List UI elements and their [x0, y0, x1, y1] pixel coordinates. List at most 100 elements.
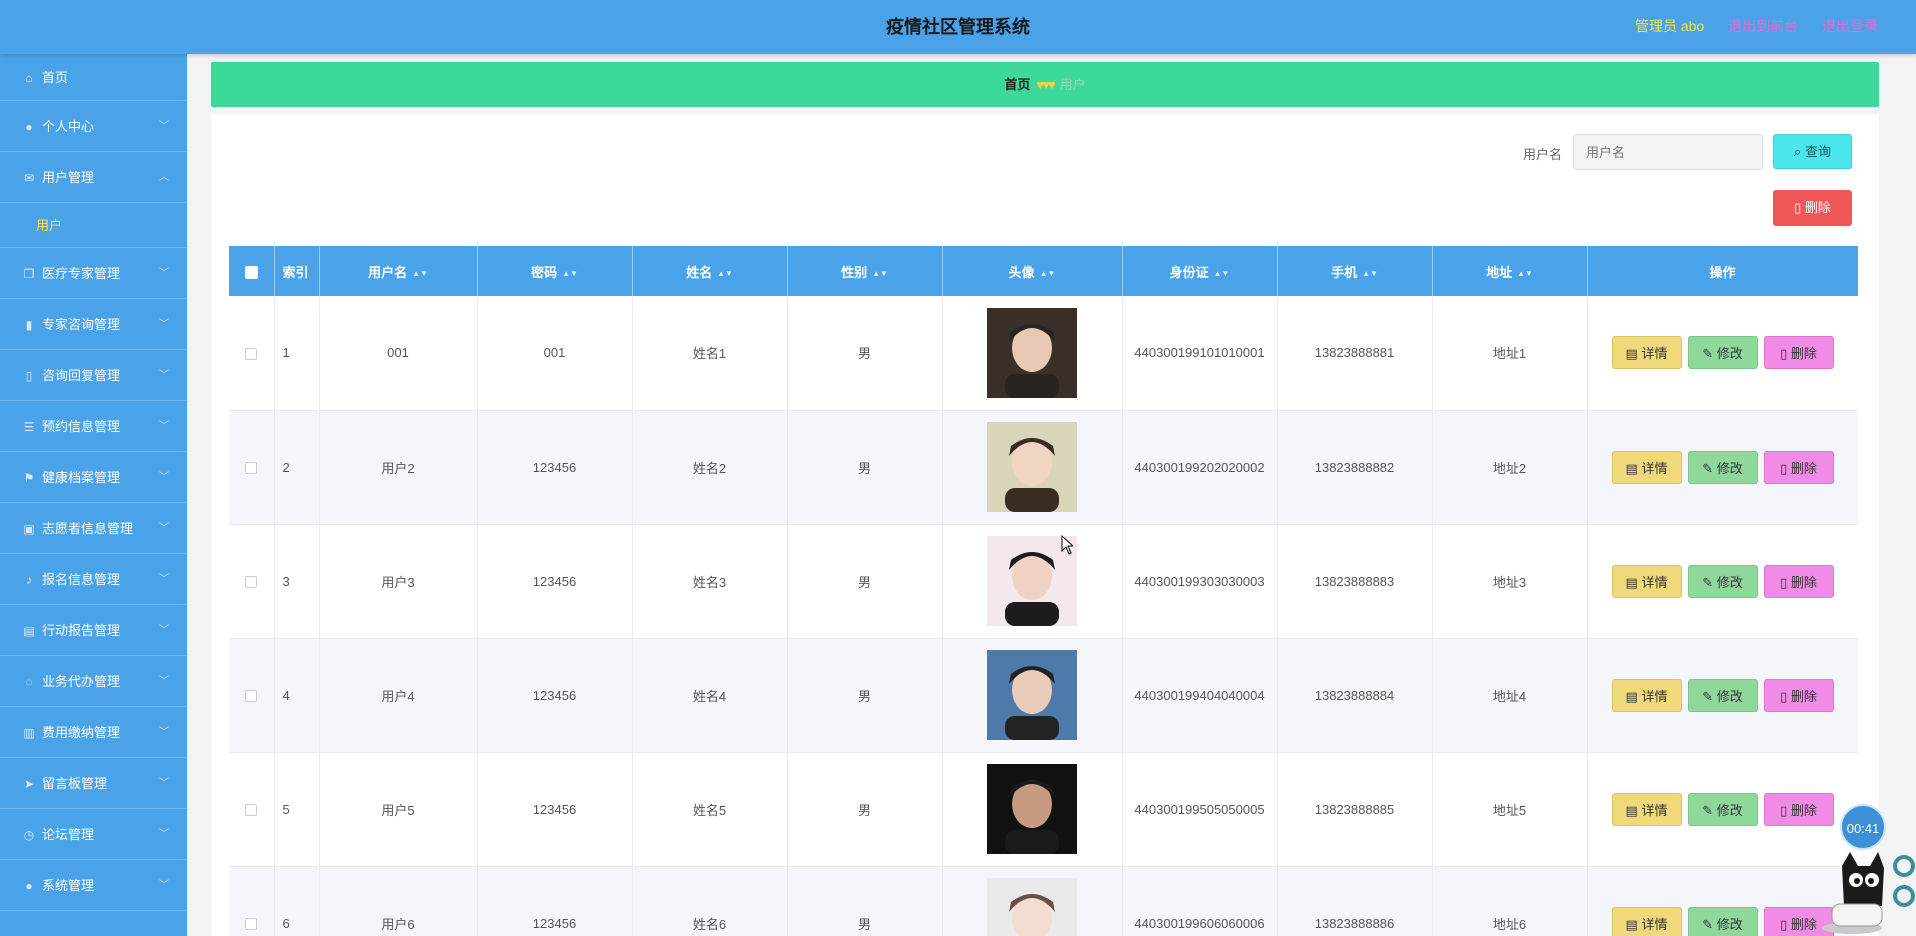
edit-button[interactable]: ✎ 修改	[1687, 906, 1758, 936]
cell-avatar	[942, 296, 1123, 411]
row-checkbox[interactable]	[245, 804, 258, 817]
column-header-label: 密码	[531, 264, 558, 280]
breadcrumb-home[interactable]: 首页	[1004, 77, 1030, 92]
select-all-checkbox[interactable]	[244, 265, 258, 279]
sidebar-item-home[interactable]: ⌂ 首页	[0, 54, 187, 101]
cell-gender: 男	[787, 524, 943, 639]
query-button[interactable]: ⌕ 查询	[1773, 134, 1852, 169]
row-select-cell	[229, 866, 275, 936]
row-checkbox[interactable]	[245, 918, 258, 931]
sidebar-item-expert-consult[interactable]: ▮ 专家咨询管理 ﹀	[0, 299, 187, 350]
column-header-password[interactable]: 密码 ▲▼	[477, 246, 633, 296]
sidebar-item-system[interactable]: ● 系统管理 ﹀	[0, 860, 187, 911]
sidebar-item-fee-payment[interactable]: ▥ 费用缴纳管理 ﹀	[0, 707, 187, 758]
mail-icon: ✉	[23, 171, 35, 185]
cell-username: 用户3	[319, 524, 478, 639]
delete-label: 删除	[1790, 346, 1817, 362]
delete-button[interactable]: ▯ 删除	[1763, 450, 1834, 484]
row-select-cell	[229, 752, 275, 867]
sidebar-item-label: 用户管理	[42, 170, 95, 185]
sidebar-item-volunteers[interactable]: ▣ 志愿者信息管理 ﹀	[0, 503, 187, 554]
chevron-down-icon: ﹀	[159, 268, 169, 279]
sidebar-item-medical-experts[interactable]: ❐ 医疗专家管理 ﹀	[0, 248, 187, 299]
sidebar-item-label: 健康档案管理	[42, 470, 121, 485]
chevron-down-icon: ﹀	[159, 421, 169, 432]
sidebar-item-label: 费用缴纳管理	[42, 725, 121, 740]
trash-icon: ▯	[1780, 916, 1788, 932]
cell-name: 姓名3	[632, 524, 788, 639]
bell-icon: ♪	[26, 573, 32, 587]
avatar[interactable]	[987, 307, 1077, 398]
batch-delete-button[interactable]: ▯ 删除	[1773, 190, 1852, 226]
edit-label: 修改	[1716, 460, 1743, 476]
detail-button[interactable]: ▤ 详情	[1611, 336, 1682, 370]
cell-username: 用户5	[319, 752, 478, 867]
edit-button[interactable]: ✎ 修改	[1687, 564, 1758, 598]
sidebar-item-label: 个人中心	[42, 119, 95, 134]
avatar[interactable]	[987, 764, 1077, 854]
breadcrumb: 首页 ♥♥♥ 用户	[211, 62, 1879, 107]
edit-label: 修改	[1716, 346, 1743, 362]
username-search-input[interactable]	[1573, 134, 1763, 170]
sidebar-item-agency-services[interactable]: ◌ 业务代办管理 ﹀	[0, 656, 187, 707]
user-icon: ●	[25, 120, 33, 134]
detail-button[interactable]: ▤ 详情	[1611, 678, 1682, 712]
column-header-avatar[interactable]: 头像 ▲▼	[942, 246, 1123, 296]
cell-index: 3	[274, 524, 320, 639]
receipt-icon: ▥	[23, 726, 35, 740]
edit-button[interactable]: ✎ 修改	[1687, 678, 1758, 712]
column-header-id-card[interactable]: 身份证 ▲▼	[1122, 246, 1278, 296]
column-header-name[interactable]: 姓名 ▲▼	[632, 246, 788, 296]
row-checkbox[interactable]	[245, 462, 258, 475]
delete-button[interactable]: ▯ 删除	[1763, 678, 1834, 712]
avatar[interactable]	[987, 422, 1077, 512]
column-header-label: 性别	[841, 264, 868, 280]
sidebar-item-label: 医疗专家管理	[42, 266, 121, 281]
row-checkbox[interactable]	[245, 347, 258, 360]
cell-password: 123456	[477, 638, 633, 753]
sidebar-subitem-user[interactable]: 用户	[0, 203, 187, 248]
detail-button[interactable]: ▤ 详情	[1611, 450, 1682, 484]
cell-gender: 男	[787, 752, 943, 867]
sidebar-item-registrations[interactable]: ♪ 报名信息管理 ﹀	[0, 554, 187, 605]
row-checkbox[interactable]	[245, 690, 258, 703]
edit-button[interactable]: ✎ 修改	[1687, 792, 1758, 826]
cell-avatar	[942, 752, 1123, 867]
detail-button[interactable]: ▤ 详情	[1611, 792, 1682, 826]
delete-button[interactable]: ▯ 删除	[1763, 564, 1834, 598]
avatar[interactable]	[987, 878, 1077, 936]
row-checkbox[interactable]	[245, 576, 258, 589]
column-header-username[interactable]: 用户名 ▲▼	[319, 246, 478, 296]
delete-button[interactable]: ▯ 删除	[1763, 336, 1834, 370]
table-row: 3 用户3 123456 姓名3 男 440300199303030003 13823888…	[229, 524, 1858, 639]
edit-button[interactable]: ✎ 修改	[1687, 336, 1758, 370]
sidebar-item-message-board[interactable]: ➤ 留言板管理 ﹀	[0, 758, 187, 809]
column-header-phone[interactable]: 手机 ▲▼	[1277, 246, 1433, 296]
pencil-icon: ✎	[1702, 574, 1714, 590]
detail-button[interactable]: ▤ 详情	[1611, 906, 1682, 936]
exit-to-frontend-link[interactable]: 退出到前台	[1728, 18, 1798, 34]
cell-address: 地址1	[1432, 296, 1588, 411]
edit-button[interactable]: ✎ 修改	[1687, 450, 1758, 484]
delete-button[interactable]: ▯ 删除	[1763, 792, 1834, 826]
chevron-down-icon: ﹀	[159, 778, 169, 789]
pencil-icon: ✎	[1702, 802, 1714, 818]
chevron-down-icon: ﹀	[159, 523, 169, 534]
avatar[interactable]	[987, 650, 1077, 740]
sidebar-item-consult-reply[interactable]: ▯ 咨询回复管理 ﹀	[0, 350, 187, 401]
send-icon: ➤	[23, 777, 35, 791]
column-header-address[interactable]: 地址 ▲▼	[1432, 246, 1588, 296]
detail-button[interactable]: ▤ 详情	[1611, 564, 1682, 598]
column-header-gender[interactable]: 性别 ▲▼	[787, 246, 943, 296]
cell-name: 姓名6	[632, 866, 788, 936]
sidebar-item-appointment[interactable]: ☰ 预约信息管理 ﹀	[0, 401, 187, 452]
logout-link[interactable]: 退出登录	[1822, 18, 1878, 34]
sidebar-item-health-records[interactable]: ⚑ 健康档案管理 ﹀	[0, 452, 187, 503]
timer-badge[interactable]: 00:41	[1840, 804, 1886, 850]
cell-address: 地址5	[1432, 752, 1588, 867]
sidebar-item-user-management[interactable]: ✉ 用户管理 ︿	[0, 152, 187, 203]
sort-icon: ▲▼	[872, 268, 888, 278]
sidebar-item-forum[interactable]: ◷ 论坛管理 ﹀	[0, 809, 187, 860]
sidebar-item-action-reports[interactable]: ▤ 行动报告管理 ﹀	[0, 605, 187, 656]
sidebar-item-profile[interactable]: ● 个人中心 ﹀	[0, 101, 187, 152]
